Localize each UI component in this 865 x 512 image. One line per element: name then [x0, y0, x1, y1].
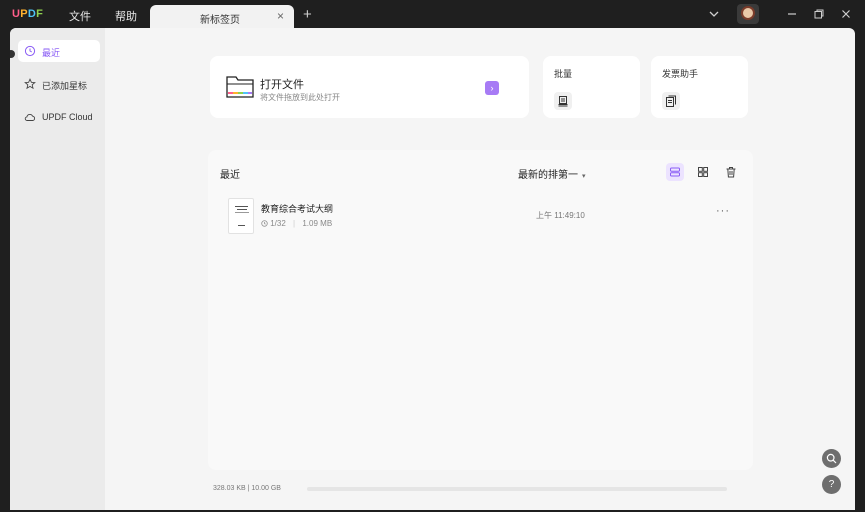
- search-button[interactable]: [822, 449, 841, 468]
- file-time: 上午 11:49:10: [536, 211, 585, 220]
- more-options-button[interactable]: ···: [716, 205, 730, 217]
- tab-close-button[interactable]: ×: [277, 9, 284, 23]
- sidebar-item-label: 最近: [42, 48, 61, 58]
- table-row[interactable]: 教育综合考试大纲 1/32 | 1.09 MB 上午 11:49:10 ···: [226, 194, 746, 234]
- file-name: 教育综合考试大纲: [261, 204, 334, 214]
- list-view-icon: [670, 167, 680, 177]
- batch-card[interactable]: 批量: [543, 56, 640, 118]
- title-bar: UPDF 文件 帮助 新标签页 × +: [0, 0, 865, 28]
- restore-icon[interactable]: [811, 6, 827, 22]
- grid-view-button[interactable]: [694, 163, 712, 181]
- close-window-icon[interactable]: [838, 6, 854, 22]
- batch-icon-wrap: [554, 92, 572, 110]
- invoice-icon-wrap: [662, 92, 680, 110]
- folder-icon: [226, 76, 254, 98]
- open-file-card[interactable]: 打开文件 将文件拖放到此处打开 ›: [210, 56, 529, 118]
- search-icon: [826, 453, 837, 464]
- help-button[interactable]: ?: [822, 475, 841, 494]
- star-icon: [24, 78, 36, 90]
- grid-view-icon: [698, 167, 708, 177]
- open-file-title: 打开文件: [260, 79, 304, 91]
- invoice-assistant-card[interactable]: 发票助手: [651, 56, 748, 118]
- clock-icon: [24, 45, 36, 57]
- invoice-doc-icon: [666, 95, 676, 107]
- batch-stack-icon: [558, 96, 568, 107]
- sidebar-item-cloud[interactable]: UPDF Cloud: [18, 106, 100, 128]
- meta-divider: |: [293, 219, 296, 228]
- tab-new-tab[interactable]: 新标签页 ×: [150, 5, 294, 28]
- sidebar: 最近 已添加星标 UPDF Cloud: [10, 28, 105, 510]
- open-file-subtitle: 将文件拖放到此处打开: [260, 93, 340, 102]
- menu-file[interactable]: 文件: [69, 8, 91, 24]
- file-thumbnail: [228, 198, 254, 234]
- recent-title: 最近: [220, 170, 240, 181]
- avatar-face: [741, 6, 755, 20]
- storage-usage-text: 328.03 KB | 10.00 GB: [213, 485, 281, 492]
- menu-help[interactable]: 帮助: [115, 8, 137, 24]
- sidebar-item-starred[interactable]: 已添加星标: [18, 73, 100, 95]
- app-window: 最近 已添加星标 UPDF Cloud 打开文件 将文件拖放到此处打开 › 批量…: [10, 28, 855, 510]
- updf-logo: UPDF: [12, 8, 44, 20]
- trash-icon: [726, 167, 736, 178]
- tab-label: 新标签页: [200, 15, 240, 26]
- sidebar-collapse-handle[interactable]: [10, 50, 15, 58]
- batch-title: 批量: [554, 69, 573, 79]
- sort-dropdown[interactable]: 最新的排第一 ▾: [518, 166, 586, 181]
- storage-progress-bar: [307, 487, 727, 491]
- minimize-icon[interactable]: [784, 6, 800, 22]
- clock-icon: [261, 220, 268, 227]
- sidebar-item-label: UPDF Cloud: [42, 112, 93, 122]
- list-view-button[interactable]: [666, 163, 684, 181]
- delete-button[interactable]: [722, 163, 740, 181]
- file-size: 1.09 MB: [302, 219, 333, 228]
- avatar[interactable]: [737, 4, 759, 24]
- sidebar-item-label: 已添加星标: [42, 81, 88, 91]
- sidebar-item-recent[interactable]: 最近: [18, 40, 100, 62]
- file-meta: 1/32 | 1.09 MB: [261, 219, 332, 228]
- chevron-down-icon[interactable]: [706, 6, 722, 22]
- recent-files-panel: 最近 最新的排第一 ▾ 教育综合考试大纲 1/32 | 1.09 MB 上午 11…: [208, 150, 753, 470]
- caret-down-icon: ▾: [582, 173, 586, 180]
- cloud-icon: [24, 113, 35, 121]
- invoice-title: 发票助手: [662, 69, 699, 79]
- sort-label: 最新的排第一: [518, 170, 578, 181]
- new-tab-button[interactable]: +: [303, 6, 312, 23]
- file-pages: 1/32: [270, 219, 286, 228]
- open-file-button[interactable]: ›: [485, 81, 499, 95]
